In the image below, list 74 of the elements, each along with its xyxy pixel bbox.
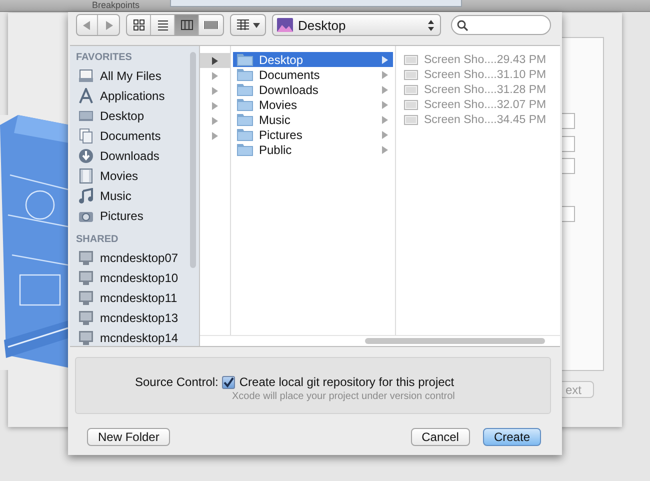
caret-icon bbox=[253, 22, 260, 28]
display-icon bbox=[78, 108, 94, 124]
computer-icon bbox=[78, 290, 94, 306]
folder-row[interactable]: Desktop bbox=[233, 52, 393, 67]
field-label: Source Control: bbox=[135, 375, 218, 389]
forward-icon bbox=[104, 20, 112, 30]
folder-row[interactable]: Movies bbox=[233, 97, 393, 112]
download-icon bbox=[78, 148, 94, 164]
sidebar-item[interactable]: Downloads bbox=[76, 146, 199, 166]
sidebar-item[interactable]: Documents bbox=[76, 126, 199, 146]
folder-row[interactable]: Pictures bbox=[233, 127, 393, 142]
disclosure-row[interactable] bbox=[200, 53, 230, 68]
computer-icon bbox=[78, 310, 94, 326]
tab-label[interactable]: Breakpoints bbox=[92, 0, 140, 11]
sidebar-item[interactable]: mcndesktop11 bbox=[76, 288, 199, 308]
checkbox-label[interactable]: Create local git repository for this project bbox=[239, 375, 454, 389]
file-row: Screen Sho....31.28 PM bbox=[404, 82, 560, 97]
folder-row[interactable]: Music bbox=[233, 112, 393, 127]
section-header: FAVORITES bbox=[76, 51, 133, 65]
file-row: Screen Sho....29.43 PM bbox=[404, 52, 560, 67]
image-file-icon bbox=[404, 54, 418, 64]
location-popup[interactable]: Desktop bbox=[272, 14, 441, 36]
music-note-icon bbox=[78, 188, 94, 204]
sidebar-item[interactable]: mcndesktop13 bbox=[76, 308, 199, 328]
file-row: Screen Sho....31.10 PM bbox=[404, 67, 560, 82]
sidebar-item[interactable]: Music bbox=[76, 186, 199, 206]
back-icon bbox=[83, 20, 91, 30]
sidebar-item[interactable]: Movies bbox=[76, 166, 199, 186]
file-row: Screen Sho....32.07 PM bbox=[404, 97, 560, 112]
applications-icon bbox=[78, 88, 94, 104]
documents-icon bbox=[78, 128, 94, 144]
checkmark-icon bbox=[223, 376, 234, 388]
view-mode-button[interactable] bbox=[175, 15, 199, 35]
folder-row[interactable]: Downloads bbox=[233, 82, 393, 97]
image-file-icon bbox=[404, 114, 418, 124]
folder-row[interactable]: Documents bbox=[233, 67, 393, 82]
folder-icon bbox=[237, 83, 253, 96]
section-header: SHARED bbox=[76, 233, 120, 247]
arrange-button[interactable] bbox=[230, 14, 266, 36]
computer-icon bbox=[78, 270, 94, 286]
column-view-icon bbox=[178, 17, 194, 33]
image-file-icon bbox=[404, 84, 418, 94]
scrollbar[interactable] bbox=[190, 52, 196, 268]
dialog-button[interactable]: Create bbox=[482, 428, 541, 446]
folder-icon bbox=[237, 143, 253, 156]
folder-icon bbox=[237, 128, 253, 141]
folder-icon bbox=[237, 98, 253, 111]
computer-icon bbox=[78, 250, 94, 266]
scrollbar[interactable] bbox=[365, 338, 545, 344]
dialog-button[interactable]: Cancel bbox=[410, 428, 470, 446]
sidebar-item[interactable]: Desktop bbox=[76, 106, 199, 126]
search-field[interactable] bbox=[451, 15, 551, 35]
grid-icon bbox=[236, 19, 250, 31]
image-file-icon bbox=[404, 70, 418, 80]
sidebar-item[interactable]: Applications bbox=[76, 86, 199, 106]
checkbox[interactable] bbox=[222, 376, 236, 388]
sidebar-item[interactable]: All My Files bbox=[76, 66, 199, 86]
folder-icon bbox=[237, 113, 253, 126]
sidebar-item[interactable]: mcndesktop10 bbox=[76, 268, 199, 288]
dialog-button[interactable]: New Folder bbox=[87, 428, 170, 446]
icon-view-icon bbox=[130, 17, 146, 33]
sidebar-item[interactable]: mcndesktop07 bbox=[76, 248, 199, 268]
folder-row[interactable]: Public bbox=[233, 142, 393, 157]
image-file-icon bbox=[404, 100, 418, 110]
film-icon bbox=[78, 168, 94, 184]
drawer-icon bbox=[78, 68, 94, 84]
hint-text: Xcode will place your project under version control bbox=[232, 391, 456, 402]
file-row: Screen Sho....34.45 PM bbox=[404, 112, 560, 127]
search-icon bbox=[457, 20, 468, 30]
sidebar-item[interactable]: Pictures bbox=[76, 206, 199, 226]
folder-icon bbox=[237, 68, 253, 81]
sidebar-item[interactable]: mcndesktop14 bbox=[76, 328, 199, 346]
stepper-icon bbox=[428, 20, 434, 30]
folder-icon bbox=[237, 53, 253, 66]
